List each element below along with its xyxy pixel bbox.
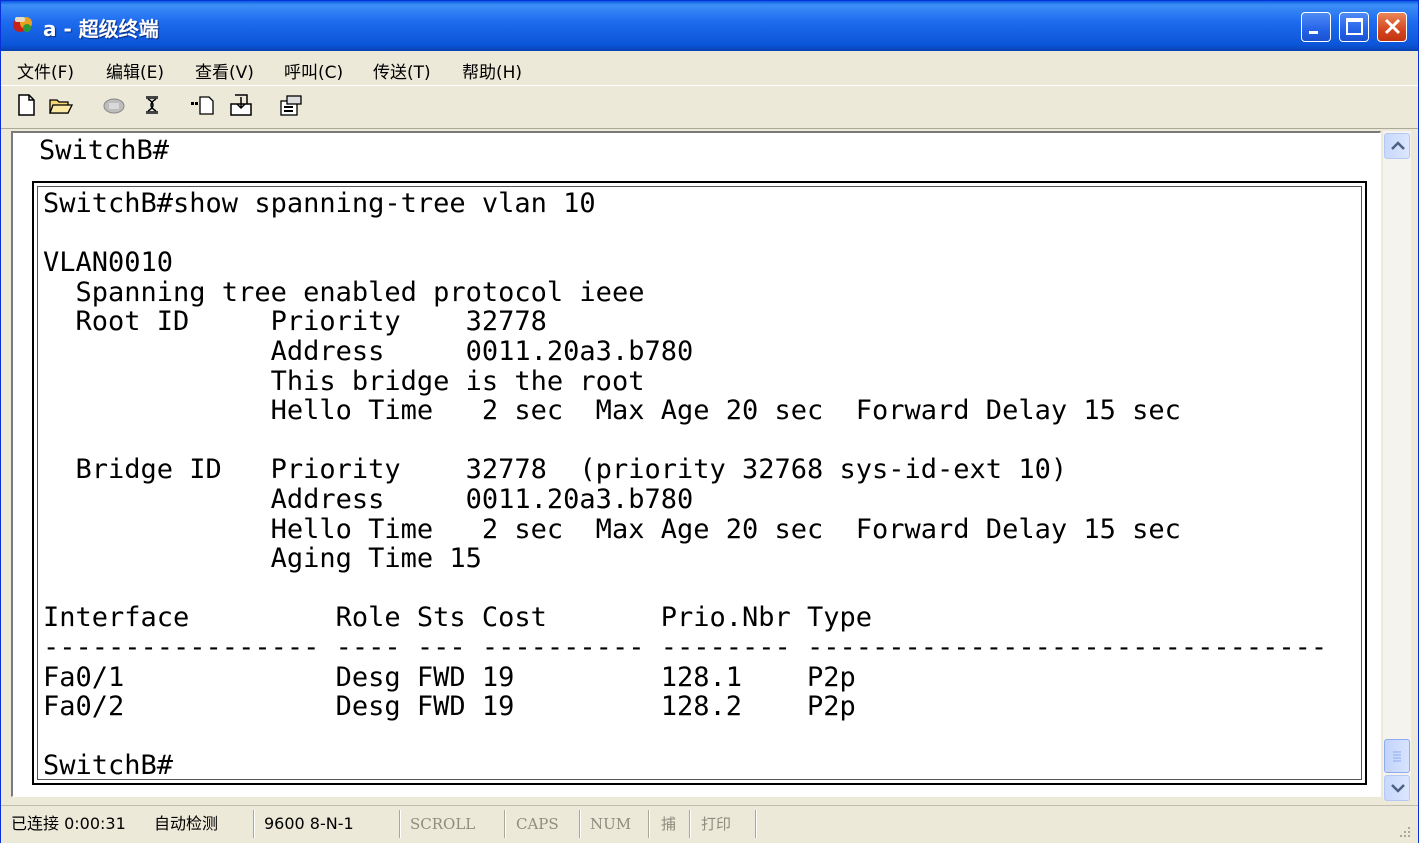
terminal-line: Spanning tree enabled protocol ieee — [43, 276, 645, 308]
open-folder-icon[interactable] — [49, 94, 73, 116]
minimize-button[interactable] — [1301, 12, 1331, 42]
vertical-scrollbar[interactable] — [1383, 131, 1411, 801]
status-separator — [689, 810, 691, 838]
terminal-line: Bridge ID Priority 32778 (priority 32768… — [43, 454, 1068, 486]
terminal-line: SwitchB#show spanning-tree vlan 10 — [43, 188, 596, 219]
scroll-thumb[interactable] — [1384, 739, 1410, 773]
disconnect-icon[interactable] — [140, 94, 164, 116]
resize-grip-icon[interactable] — [1396, 823, 1412, 839]
menu-file[interactable]: 文件(F) — [17, 58, 74, 83]
maximize-button[interactable] — [1339, 12, 1369, 42]
status-separator — [504, 810, 506, 838]
scroll-up-button[interactable] — [1384, 133, 1410, 159]
terminal-line: Hello Time 2 sec Max Age 20 sec Forward … — [43, 395, 1181, 427]
toolbar — [1, 85, 1418, 129]
terminal-line: Root ID Priority 32778 — [43, 306, 547, 338]
menu-help[interactable]: 帮助(H) — [462, 58, 522, 83]
status-num: NUM — [590, 815, 632, 833]
terminal-output-inner: SwitchB#show spanning-tree vlan 10 VLAN0… — [37, 186, 1362, 780]
menu-bar: 文件(F) 编辑(E) 查看(V) 呼叫(C) 传送(T) 帮助(H) — [1, 51, 1418, 85]
status-capture: 捕 — [661, 815, 677, 833]
status-scroll: SCROLL — [410, 815, 476, 833]
window-title: a - 超级终端 — [43, 17, 159, 41]
status-separator — [399, 810, 401, 838]
status-print: 打印 — [701, 815, 732, 833]
call-icon[interactable] — [102, 94, 126, 116]
grip-lines-icon — [1393, 751, 1401, 762]
status-bar: 已连接 0:00:31 自动检测 9600 8-N-1 SCROLL CAPS … — [1, 805, 1418, 843]
status-separator — [579, 810, 581, 838]
send-file-icon[interactable] — [190, 94, 214, 116]
close-button[interactable] — [1377, 12, 1407, 42]
properties-icon[interactable] — [279, 94, 303, 116]
terminal-output-box: SwitchB#show spanning-tree vlan 10 VLAN0… — [32, 181, 1367, 785]
chevron-up-icon — [1391, 141, 1405, 150]
scroll-down-button[interactable] — [1384, 775, 1410, 801]
status-connection: 已连接 0:00:31 — [11, 814, 126, 833]
close-icon — [1384, 18, 1401, 35]
chevron-down-icon — [1391, 784, 1405, 793]
terminal-line: Interface Role Sts Cost Prio.Nbr Type — [43, 602, 873, 634]
terminal-line: ----------------- ---- --- ---------- --… — [43, 631, 1328, 663]
minimize-icon — [1309, 31, 1318, 34]
hyperterminal-icon — [13, 17, 32, 32]
maximize-icon — [1346, 18, 1363, 35]
status-caps: CAPS — [516, 815, 559, 833]
terminal-line: Fa0/1 Desg FWD 19 128.1 P2p — [43, 661, 856, 693]
terminal-line: Aging Time 15 — [43, 543, 482, 575]
terminal-line: SwitchB# — [43, 750, 174, 782]
terminal-prompt-line: SwitchB# — [39, 135, 170, 166]
status-separator — [253, 810, 255, 838]
menu-call[interactable]: 呼叫(C) — [284, 58, 343, 83]
menu-transfer[interactable]: 传送(T) — [373, 58, 431, 83]
terminal-line: Address 0011.20a3.b780 — [43, 335, 694, 367]
status-port-settings: 9600 8-N-1 — [264, 814, 354, 833]
menu-view[interactable]: 查看(V) — [195, 58, 254, 83]
status-separator — [755, 810, 757, 838]
terminal-line: Fa0/2 Desg FWD 19 128.2 P2p — [43, 691, 856, 723]
terminal-line: Hello Time 2 sec Max Age 20 sec Forward … — [43, 513, 1181, 545]
menu-edit[interactable]: 编辑(E) — [106, 58, 164, 83]
terminal-line: This bridge is the root — [43, 365, 645, 397]
hyperterminal-window: a - 超级终端 文件(F) 编辑(E) 查看(V) 呼叫(C) 传送(T) 帮… — [0, 0, 1419, 843]
title-bar[interactable]: a - 超级终端 — [1, 1, 1418, 51]
new-document-icon[interactable] — [15, 94, 39, 116]
terminal-line: VLAN0010 — [43, 247, 174, 279]
status-detect: 自动检测 — [154, 814, 219, 833]
terminal-area[interactable]: SwitchB# SwitchB#show spanning-tree vlan… — [11, 131, 1381, 797]
receive-file-icon[interactable] — [229, 94, 253, 116]
terminal-line: Address 0011.20a3.b780 — [43, 483, 694, 515]
terminal-output: SwitchB#show spanning-tree vlan 10 VLAN0… — [43, 189, 1327, 781]
status-separator — [648, 810, 650, 838]
